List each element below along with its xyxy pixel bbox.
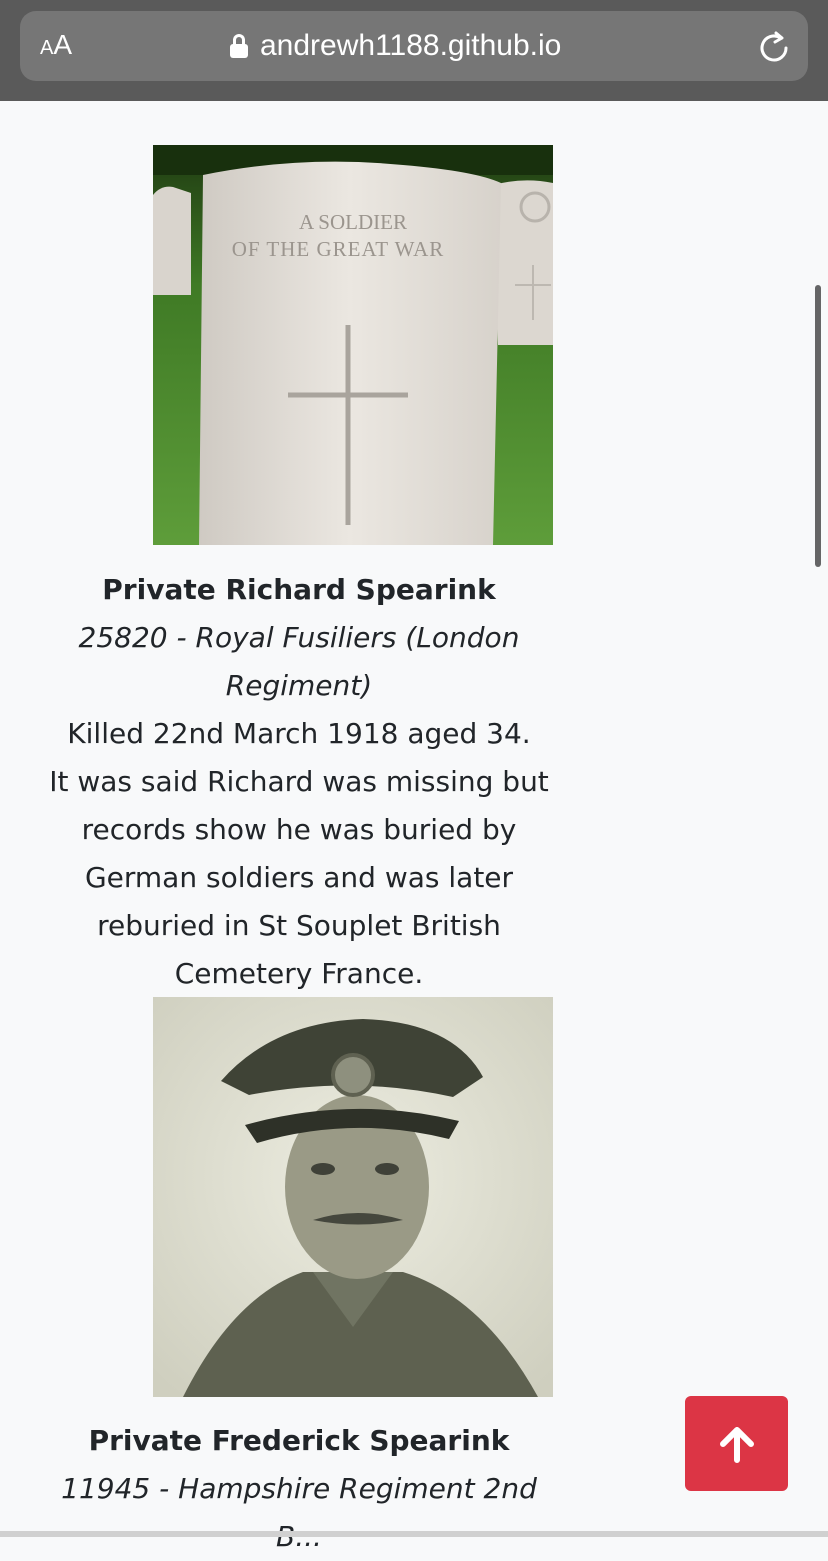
text-size-button[interactable]: AA	[40, 29, 72, 61]
soldier-unit: 25820 - Royal Fusiliers (London Regiment…	[78, 621, 520, 702]
headstone-photo: A SOLDIER OF THE GREAT WAR	[153, 145, 553, 545]
headstone-image: A SOLDIER OF THE GREAT WAR	[153, 145, 553, 545]
soldier-unit: 11945 - Hampshire Regiment 2nd B...	[61, 1472, 537, 1553]
text-size-small-label: A	[40, 37, 54, 59]
soldier-caption: Private Frederick Spearink 11945 - Hamps…	[40, 1417, 558, 1561]
address-bar[interactable]: AA andrewh1188.github.io	[20, 11, 808, 81]
portrait-image	[153, 997, 553, 1397]
soldier-story: It was said Richard was missing but reco…	[49, 765, 549, 990]
url-display[interactable]: andrewh1188.github.io	[230, 28, 620, 64]
soldier-portrait	[153, 997, 553, 1397]
inscription-line-2: OF THE GREAT WAR	[232, 237, 445, 261]
url-text: andrewh1188.github.io	[260, 29, 562, 62]
text-size-large-label: A	[53, 29, 73, 60]
bottom-edge	[0, 1531, 828, 1537]
soldier-caption: Private Richard Spearink 25820 - Royal F…	[40, 566, 558, 998]
page-scrollbar[interactable]	[815, 285, 821, 567]
browser-toolbar: AA andrewh1188.github.io	[0, 0, 828, 101]
soldier-name: Private Richard Spearink	[102, 573, 496, 606]
arrow-up-icon	[719, 1426, 754, 1463]
lock-icon	[230, 34, 248, 58]
back-to-top-button[interactable]	[685, 1396, 788, 1491]
soldier-name: Private Frederick Spearink	[88, 1424, 510, 1457]
inscription-line-1: A SOLDIER	[299, 210, 407, 234]
soldier-death: Killed 22nd March 1918 aged 34.	[67, 717, 531, 750]
reload-icon[interactable]	[756, 30, 792, 66]
